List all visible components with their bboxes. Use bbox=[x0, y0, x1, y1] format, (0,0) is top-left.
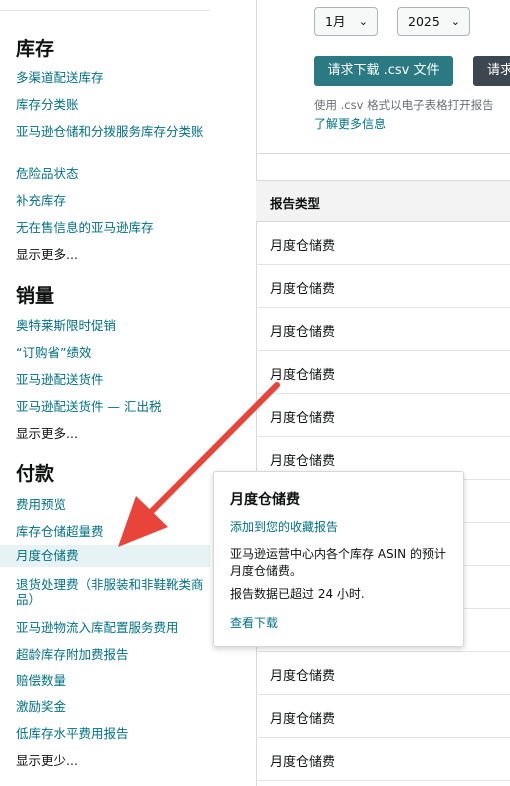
sidebar-item-incentives[interactable]: 激励奖金 bbox=[16, 699, 208, 714]
show-more-sales[interactable]: 显示更多... bbox=[16, 426, 208, 441]
sidebar-item-replenish[interactable]: 补充库存 bbox=[16, 193, 208, 208]
show-less-payments[interactable]: 显示更少... bbox=[16, 753, 208, 768]
learn-more-link[interactable]: 了解更多信息 bbox=[314, 115, 386, 132]
report-type-cell: 月度仓储费 bbox=[270, 411, 336, 426]
request-secondary-button[interactable]: 请求 bbox=[473, 56, 510, 86]
request-csv-download-button[interactable]: 请求下载 .csv 文件 bbox=[314, 56, 453, 86]
divider bbox=[0, 10, 210, 11]
sidebar-item-monthly-storage-fee[interactable]: 月度仓储费 bbox=[0, 545, 210, 567]
sidebar-item-inventory-ledger[interactable]: 库存分类账 bbox=[16, 97, 208, 112]
year-select[interactable]: 2025 ⌄ bbox=[397, 7, 470, 36]
report-info-popover: 月度仓储费 添加到您的收藏报告 亚马逊运营中心内各个库存 ASIN 的预计月度仓… bbox=[213, 471, 464, 647]
table-row[interactable]: 月度仓储费 bbox=[256, 351, 510, 394]
sidebar-item-awd-ledger[interactable]: 亚马逊仓储和分拨服务库存分类账 bbox=[16, 124, 208, 139]
year-select-value: 2025 bbox=[408, 14, 440, 29]
table-row[interactable]: 月度仓储费 bbox=[256, 222, 510, 265]
view-download-link[interactable]: 查看下载 bbox=[230, 614, 278, 631]
sidebar-item-returns-fee[interactable]: 退货处理费（非服装和非鞋靴类商品） bbox=[16, 577, 208, 607]
sidebar-item-inbound-placement-fee[interactable]: 亚马逊物流入库配置服务费用 bbox=[16, 620, 208, 635]
sidebar-item-overage-fee[interactable]: 库存仓储超量费 bbox=[16, 524, 208, 539]
report-type-cell: 月度仓储费 bbox=[270, 368, 336, 383]
table-row[interactable]: 月度仓储费 bbox=[256, 394, 510, 437]
sidebar-item-mcf-inventory[interactable]: 多渠道配送库存 bbox=[16, 70, 208, 85]
column-header-report-type: 报告类型 bbox=[270, 196, 321, 211]
add-to-favorites-link[interactable]: 添加到您的收藏报告 bbox=[230, 518, 338, 535]
report-type-cell: 月度仓储费 bbox=[270, 282, 336, 297]
table-row[interactable]: 月度仓储费 bbox=[256, 308, 510, 351]
sidebar-item-aged-surcharge[interactable]: 超龄库存附加费报告 bbox=[16, 647, 208, 662]
month-select-value: 1月 bbox=[325, 14, 346, 29]
table-row[interactable]: 月度仓储费 bbox=[256, 738, 510, 781]
divider bbox=[256, 153, 510, 154]
chevron-down-icon: ⌄ bbox=[358, 15, 368, 28]
report-type-cell: 月度仓储费 bbox=[270, 712, 336, 727]
sidebar-item-fba-shipments-tax[interactable]: 亚马逊配送货件 — 汇出税 bbox=[16, 399, 208, 414]
report-type-cell: 月度仓储费 bbox=[270, 755, 336, 770]
table-row[interactable]: 月度仓储费 bbox=[256, 265, 510, 308]
report-type-cell: 月度仓储费 bbox=[270, 669, 336, 684]
report-main-panel: 1月 ⌄ 2025 ⌄ 请求下载 .csv 文件 请求 使用 .csv 格式以电… bbox=[256, 0, 510, 786]
report-type-cell: 月度仓储费 bbox=[270, 454, 336, 469]
month-select[interactable]: 1月 ⌄ bbox=[314, 7, 378, 36]
data-age-note: 报告数据已超过 24 小时. bbox=[230, 587, 365, 601]
sidebar-item-outlet-deals[interactable]: 奥特莱斯限时促销 bbox=[16, 318, 208, 333]
sidebar-item-low-inventory-fee[interactable]: 低库存水平费用报告 bbox=[16, 726, 208, 741]
table-row[interactable]: 月度仓储费 bbox=[256, 652, 510, 695]
section-title-sales: 销量 bbox=[16, 285, 55, 307]
csv-format-note: 使用 .csv 格式以电子表格打开报告 bbox=[314, 98, 494, 112]
popover-description: 亚马逊运营中心内各个库存 ASIN 的预计月度仓储费。 bbox=[230, 547, 446, 578]
show-more-inventory[interactable]: 显示更多... bbox=[16, 247, 208, 262]
sidebar-item-subscribe-save[interactable]: “订购省”绩效 bbox=[16, 345, 208, 360]
table-header: 报告类型 bbox=[256, 180, 510, 222]
sidebar-item-stranded[interactable]: 无在售信息的亚马逊库存 bbox=[16, 220, 208, 235]
report-sidebar: 库存 多渠道配送库存 库存分类账 亚马逊仓储和分拨服务库存分类账 危险品状态 补… bbox=[0, 0, 210, 786]
sidebar-item-reimbursements[interactable]: 赔偿数量 bbox=[16, 673, 208, 688]
report-type-cell: 月度仓储费 bbox=[270, 239, 336, 254]
sidebar-item-fba-shipments[interactable]: 亚马逊配送货件 bbox=[16, 372, 208, 387]
table-row[interactable]: 月度仓储费 bbox=[256, 695, 510, 738]
popover-title: 月度仓储费 bbox=[230, 492, 300, 508]
section-title-payments: 付款 bbox=[16, 463, 55, 485]
chevron-down-icon: ⌄ bbox=[450, 15, 460, 28]
sidebar-item-dangerous-goods[interactable]: 危险品状态 bbox=[16, 166, 208, 181]
report-type-cell: 月度仓储费 bbox=[270, 325, 336, 340]
sidebar-item-fee-preview[interactable]: 费用预览 bbox=[16, 497, 208, 512]
section-title-inventory: 库存 bbox=[16, 38, 55, 60]
